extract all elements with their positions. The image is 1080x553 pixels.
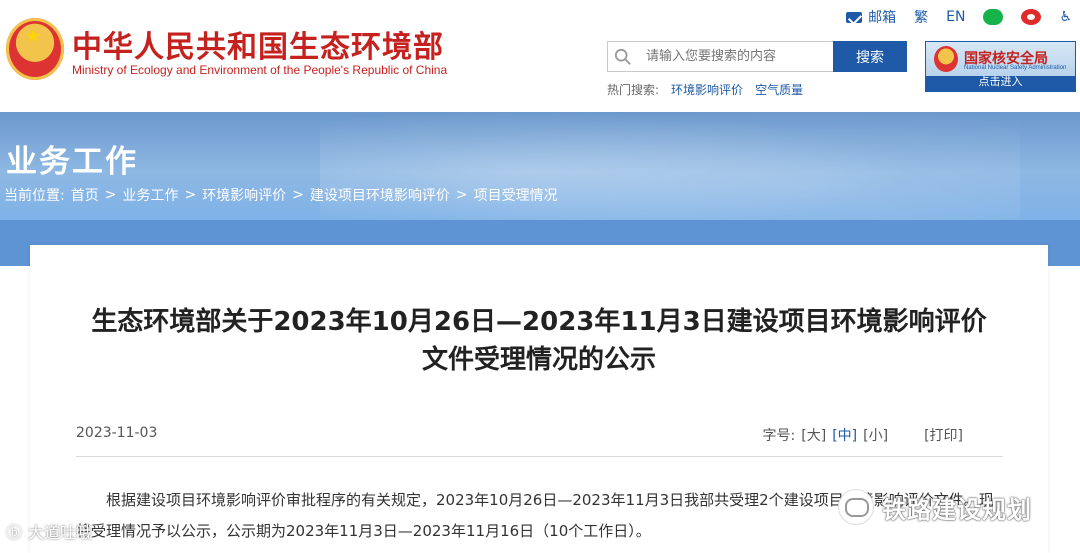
wechat-icon — [838, 489, 874, 525]
article-meta: 2023-11-03 字号: [大] [中] [小] [打印] — [76, 425, 1003, 447]
breadcrumb-separator: > — [455, 187, 468, 203]
article-title-line: 文件受理情况的公示 — [421, 345, 656, 375]
nnsa-enter-label: 点击进入 — [978, 75, 1023, 88]
breadcrumb-item-business[interactable]: 业务工作 — [122, 185, 178, 205]
nnsa-emblem-icon — [934, 46, 958, 72]
national-emblem-icon — [6, 18, 64, 80]
font-size-medium-button[interactable]: [中] — [832, 425, 857, 445]
watermark-text: 铁路建设规划 — [882, 495, 1032, 524]
search-input[interactable] — [638, 42, 833, 71]
font-size-controls: 字号: [大] [中] [小] [打印] — [763, 425, 963, 445]
article-date: 2023-11-03 — [76, 425, 158, 441]
mail-label: 邮箱 — [868, 10, 897, 26]
font-size-label: 字号: — [762, 428, 796, 444]
watermark-logo-icon: ⓑ — [6, 523, 23, 542]
breadcrumb-item-eia[interactable]: 环境影响评价 — [202, 185, 286, 205]
font-size-small-button[interactable]: [小] — [863, 425, 888, 445]
wechat-icon[interactable] — [983, 9, 1004, 25]
hot-search-item[interactable]: 环境影响评价 — [671, 81, 743, 98]
nnsa-subtitle: National Nuclear Safety Administration — [964, 65, 1067, 71]
section-banner: 业务工作 当前位置: 首页 > 业务工作 > 环境影响评价 > 建设项目环境影响… — [0, 112, 1080, 220]
breadcrumb-separator: > — [184, 187, 197, 203]
watermark-bottom-left-text: 大道吐哦 — [28, 523, 93, 542]
search-box — [607, 41, 834, 72]
wechat-watermark: 铁路建设规划 — [838, 489, 1032, 525]
site-title[interactable]: 中华人民共和国生态环境部 — [72, 22, 444, 66]
hot-search-item[interactable]: 空气质量 — [755, 81, 803, 98]
article-title-line: 生态环境部关于2023年10月26日—2023年11月3日建设项目环境影响评价 — [91, 307, 987, 337]
breadcrumb: 当前位置: 首页 > 业务工作 > 环境影响评价 > 建设项目环境影响评价 > … — [4, 185, 558, 205]
font-size-large-button[interactable]: [大] — [801, 425, 826, 445]
print-button[interactable]: [打印] — [924, 425, 963, 445]
breadcrumb-separator: > — [292, 187, 304, 203]
section-title: 业务工作 — [6, 144, 138, 180]
meta-divider — [76, 456, 1003, 457]
hot-search-label: 热门搜索: — [607, 83, 660, 97]
breadcrumb-item-acceptance[interactable]: 项目受理情况 — [474, 185, 558, 205]
breadcrumb-item-project-eia[interactable]: 建设项目环境影响评价 — [310, 185, 450, 205]
breadcrumb-separator: > — [104, 187, 117, 203]
bottom-left-watermark: ⓑ 大道吐哦 — [6, 519, 92, 543]
site-subtitle: Ministry of Ecology and Environment of t… — [72, 63, 448, 77]
breadcrumb-label: 当前位置: — [4, 188, 65, 204]
english-link[interactable]: EN — [946, 9, 965, 25]
nnsa-banner-link[interactable]: 国家核安全局 National Nuclear Safety Administr… — [925, 41, 1076, 92]
hot-search: 热门搜索: 环境影响评价 空气质量 — [607, 81, 803, 98]
article-title: 生态环境部关于2023年10月26日—2023年11月3日建设项目环境影响评价 … — [30, 303, 1048, 379]
traditional-chinese-link[interactable]: 繁 — [914, 7, 928, 27]
accessibility-icon[interactable]: ♿ — [1059, 9, 1072, 25]
top-links: 邮箱 繁 EN ♿ — [846, 6, 1072, 28]
search-button[interactable]: 搜索 — [833, 41, 907, 72]
mail-icon — [846, 11, 863, 23]
search-icon — [608, 42, 638, 71]
site-header: 中华人民共和国生态环境部 Ministry of Ecology and Env… — [0, 0, 1080, 112]
mail-link[interactable]: 邮箱 — [846, 7, 896, 27]
weibo-icon[interactable] — [1021, 9, 1042, 25]
breadcrumb-item-home[interactable]: 首页 — [71, 185, 99, 205]
